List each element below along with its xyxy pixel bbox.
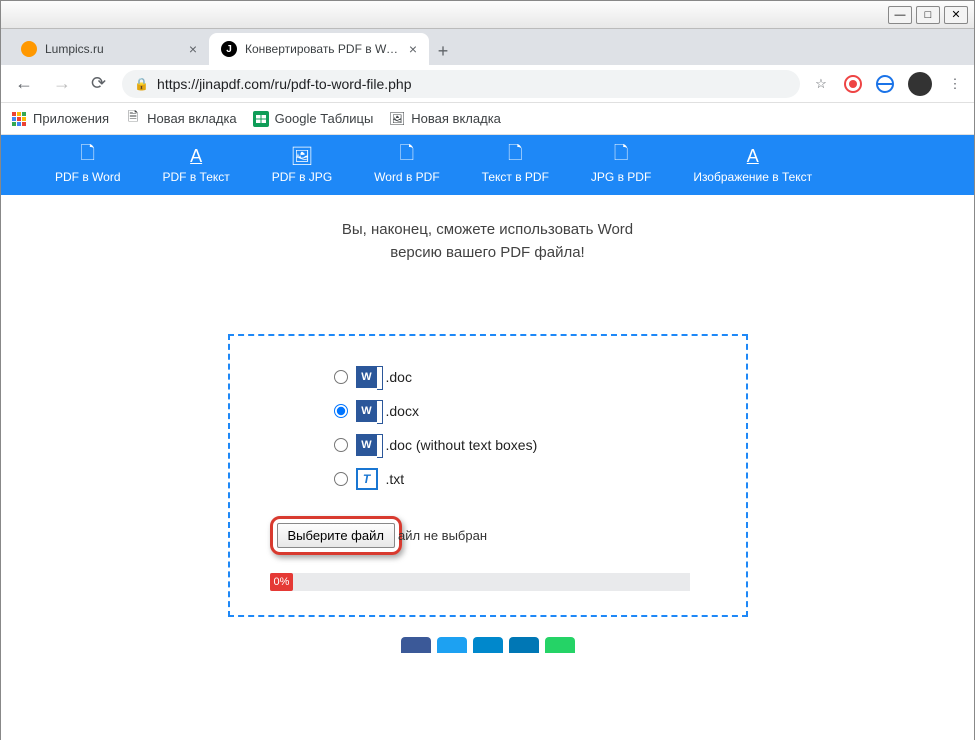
bookmark-newtab2[interactable]: 🖼 Новая вкладка: [389, 111, 501, 127]
social-telegram[interactable]: [473, 637, 503, 653]
maximize-button[interactable]: □: [916, 6, 940, 24]
image-icon: 🖼: [291, 146, 314, 166]
word-icon: W: [356, 434, 378, 456]
lock-icon: 🔒: [134, 77, 149, 91]
page-content: 🗋 PDF в Word A PDF в Текст 🖼 PDF в JPG 🗋 Wor…: [1, 135, 974, 741]
menu-jpg-to-pdf[interactable]: 🗋 JPG в PDF: [577, 142, 665, 188]
social-twitter[interactable]: [437, 637, 467, 653]
radio-input[interactable]: [334, 404, 348, 418]
menu-pdf-to-jpg[interactable]: 🖼 PDF в JPG: [258, 142, 346, 188]
choose-file-button[interactable]: Выберите файл: [277, 523, 395, 548]
format-label: .txt: [386, 471, 405, 487]
file-icon: 🗋: [614, 146, 628, 166]
bookmark-sheets[interactable]: Google Таблицы: [253, 111, 374, 127]
bookmarks-bar: Приложения 🗎 Новая вкладка Google Таблиц…: [1, 103, 974, 135]
forward-button[interactable]: →: [49, 69, 75, 98]
radio-input[interactable]: [334, 370, 348, 384]
menu-label: Изображение в Текст: [693, 170, 812, 184]
bookmark-label: Google Таблицы: [275, 111, 374, 126]
new-tab-button[interactable]: +: [429, 37, 457, 65]
minimize-button[interactable]: —: [888, 6, 912, 24]
tab-jinapdf[interactable]: J Конвертировать PDF в Word - P ×: [209, 33, 429, 65]
format-label: .doc (without text boxes): [386, 437, 538, 453]
bookmark-newtab1[interactable]: 🗎 Новая вкладка: [125, 111, 237, 127]
file-button-highlight: Выберите файл: [270, 516, 402, 555]
favicon-icon: J: [221, 41, 237, 57]
menu-image-to-text[interactable]: A Изображение в Текст: [679, 142, 826, 188]
radio-input[interactable]: [334, 438, 348, 452]
format-label: .doc: [386, 369, 412, 385]
progress-value: 0%: [270, 573, 294, 591]
file-picker-row: Выберите файл айл не выбран: [270, 516, 716, 555]
tab-lumpics[interactable]: Lumpics.ru ×: [9, 33, 209, 65]
menu-label: Текст в PDF: [482, 170, 549, 184]
radio-input[interactable]: [334, 472, 348, 486]
word-icon: W: [356, 400, 378, 422]
word-icon: W: [356, 366, 378, 388]
file-icon: 🗋: [508, 146, 522, 166]
address-bar: ← → ⟳ 🔒 https://jinapdf.com/ru/pdf-to-wo…: [1, 65, 974, 103]
globe-extension-icon[interactable]: [876, 75, 894, 93]
bookmark-label: Новая вкладка: [147, 111, 237, 126]
close-tab-icon[interactable]: ×: [409, 41, 417, 57]
menu-text-to-pdf[interactable]: 🗋 Текст в PDF: [468, 142, 563, 188]
file-icon: 🗋: [81, 146, 95, 166]
close-window-button[interactable]: ✕: [944, 6, 968, 24]
url-text: https://jinapdf.com/ru/pdf-to-word-file.…: [157, 76, 411, 92]
menu-label: PDF в Word: [55, 170, 121, 184]
menu-pdf-to-text[interactable]: A PDF в Текст: [149, 142, 244, 188]
sheets-icon: [253, 111, 269, 127]
format-doc[interactable]: W .doc: [334, 366, 716, 388]
favicon-icon: [21, 41, 37, 57]
close-tab-icon[interactable]: ×: [189, 41, 197, 57]
page-subtitle: Вы, наконец, сможете использовать Word в…: [1, 219, 974, 264]
menu-label: PDF в Текст: [163, 170, 230, 184]
format-options: W.doc W.docx W.doc (without text boxes) …: [334, 366, 716, 490]
format-docx[interactable]: W .docx: [334, 400, 716, 422]
tab-title: Lumpics.ru: [45, 42, 181, 56]
menu-label: JPG в PDF: [591, 170, 651, 184]
tab-strip: Lumpics.ru × J Конвертировать PDF в Word…: [1, 29, 974, 65]
social-buttons: [1, 637, 974, 653]
text-underline-icon: A: [747, 146, 759, 166]
menu-button[interactable]: ⋮: [946, 75, 964, 93]
opera-extension-icon[interactable]: [844, 75, 862, 93]
menu-label: Word в PDF: [374, 170, 440, 184]
window-titlebar: — □ ✕: [1, 1, 974, 29]
tab-title: Конвертировать PDF в Word - P: [245, 42, 401, 56]
text-icon: T: [356, 468, 378, 490]
format-label: .docx: [386, 403, 419, 419]
upload-dropzone: W.doc W.docx W.doc (without text boxes) …: [228, 334, 748, 617]
format-doc-noboxes[interactable]: W .doc (without text boxes): [334, 434, 716, 456]
bookmark-label: Новая вкладка: [411, 111, 501, 126]
page-icon: 🗎: [125, 111, 141, 127]
url-input[interactable]: 🔒 https://jinapdf.com/ru/pdf-to-word-fil…: [122, 70, 800, 98]
file-icon: 🗋: [400, 146, 414, 166]
menu-pdf-to-word[interactable]: 🗋 PDF в Word: [41, 142, 135, 188]
bookmark-label: Приложения: [33, 111, 109, 126]
back-button[interactable]: ←: [11, 69, 37, 98]
progress-bar: 0%: [270, 573, 690, 591]
file-status-text: айл не выбран: [398, 528, 487, 543]
social-linkedin[interactable]: [509, 637, 539, 653]
menu-label: PDF в JPG: [272, 170, 332, 184]
apps-icon: [11, 111, 27, 127]
star-icon[interactable]: ☆: [812, 75, 830, 93]
conversion-menu: 🗋 PDF в Word A PDF в Текст 🖼 PDF в JPG 🗋 Wor…: [1, 135, 974, 195]
bookmark-apps[interactable]: Приложения: [11, 111, 109, 127]
text-underline-icon: A: [190, 146, 202, 166]
format-txt[interactable]: T .txt: [334, 468, 716, 490]
image-icon: 🖼: [389, 111, 405, 127]
reload-button[interactable]: ⟳: [87, 69, 110, 98]
profile-avatar[interactable]: [908, 72, 932, 96]
menu-word-to-pdf[interactable]: 🗋 Word в PDF: [360, 142, 454, 188]
social-facebook[interactable]: [401, 637, 431, 653]
social-whatsapp[interactable]: [545, 637, 575, 653]
